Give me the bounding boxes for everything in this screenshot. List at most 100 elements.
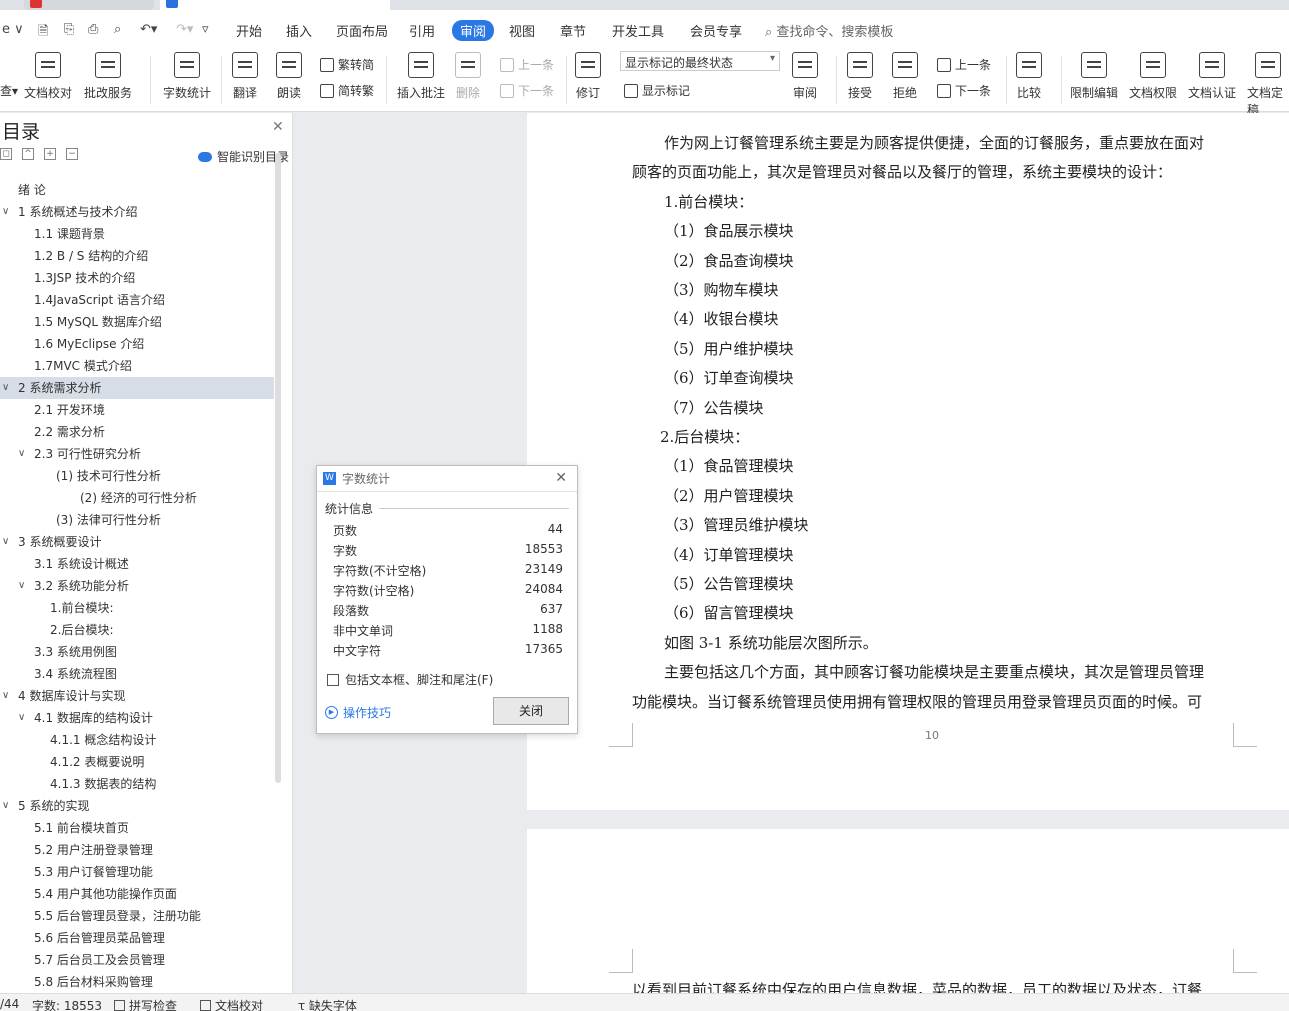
menu-tab[interactable]: 页面布局 bbox=[336, 21, 388, 40]
toc-item[interactable]: 2.2 需求分析 bbox=[0, 421, 274, 443]
toc-item[interactable]: 5.3 用户订餐管理功能 bbox=[0, 861, 274, 883]
toc-item[interactable]: ∨ 2 系统需求分析 bbox=[0, 377, 274, 399]
toc-item[interactable]: 1.6 MyEclipse 介绍 bbox=[0, 333, 274, 355]
toc-item[interactable]: ∨ 3 系统概要设计 bbox=[0, 531, 274, 553]
toc-item[interactable]: 5.5 后台管理员登录，注册功能 bbox=[0, 905, 274, 927]
markup-mode-select[interactable]: 显示标记的最终状态 bbox=[620, 51, 780, 71]
include-textbox-checkbox[interactable]: 包括文本框、脚注和尾注(F) bbox=[327, 671, 493, 688]
toc-item[interactable]: (2) 经济的可行性分析 bbox=[0, 487, 274, 509]
show-markup-button[interactable]: 显示标记 bbox=[624, 82, 690, 99]
toc-item[interactable]: 5.7 后台员工及会员管理 bbox=[0, 949, 274, 971]
print-preview-icon[interactable]: ⌕ bbox=[114, 22, 121, 37]
undo-icon[interactable]: ↶▾ bbox=[140, 22, 157, 37]
save-icon[interactable]: 🗎 bbox=[38, 22, 48, 44]
menu-tab[interactable]: 审阅 bbox=[452, 20, 495, 41]
word-count-indicator[interactable]: 字数: 18553 bbox=[32, 997, 102, 1011]
toc-item[interactable]: ∨ 1 系统概述与技术介绍 bbox=[0, 201, 274, 223]
delete-comment-button[interactable]: 删除 bbox=[455, 52, 481, 101]
menu-tab[interactable]: 章节 bbox=[560, 21, 586, 40]
insert-comment-button[interactable]: 插入批注 bbox=[397, 52, 445, 101]
menu-tab[interactable]: 引用 bbox=[409, 21, 435, 40]
toc-item[interactable]: 5.4 用户其他功能操作页面 bbox=[0, 883, 274, 905]
page-indicator[interactable]: /44 bbox=[0, 997, 19, 1011]
batch-service-button[interactable]: 批改服务 bbox=[84, 52, 132, 101]
toc-item[interactable]: ∨ 4.1 数据库的结构设计 bbox=[0, 707, 274, 729]
menu-tab[interactable]: 视图 bbox=[509, 21, 535, 40]
close-icon[interactable]: ✕ bbox=[272, 119, 284, 135]
toc-settings-icon[interactable]: ◻ bbox=[0, 148, 12, 160]
track-changes-button[interactable]: 修订 bbox=[575, 52, 601, 101]
review-pane-button[interactable]: 审阅 bbox=[792, 52, 818, 101]
toc-item[interactable]: 3.3 系统用例图 bbox=[0, 641, 274, 663]
prev-comment-button[interactable]: 上一条 bbox=[500, 56, 554, 73]
print-icon[interactable]: ⎙ bbox=[88, 22, 98, 37]
toc-item[interactable]: 5.1 前台模块首页 bbox=[0, 817, 274, 839]
prev-change-button[interactable]: 上一条 bbox=[937, 56, 991, 73]
export-pdf-icon[interactable]: ⎘ bbox=[64, 22, 74, 37]
doc-auth-button[interactable]: 文档认证 bbox=[1188, 52, 1236, 101]
doc-check-button[interactable]: 文档校对 bbox=[24, 52, 72, 101]
doc-permission-button[interactable]: 文档权限 bbox=[1129, 52, 1177, 101]
next-change-button[interactable]: 下一条 bbox=[937, 82, 991, 99]
restrict-editing-button[interactable]: 限制编辑 bbox=[1070, 52, 1118, 101]
toc-item[interactable]: (1) 技术可行性分析 bbox=[0, 465, 274, 487]
redo-icon[interactable]: ↷▾ bbox=[176, 22, 193, 37]
toc-item[interactable]: 1.5 MySQL 数据库介绍 bbox=[0, 311, 274, 333]
chevron-down-icon[interactable]: ∨ bbox=[18, 707, 25, 729]
toc-item[interactable]: 1.1 课题背景 bbox=[0, 223, 274, 245]
collapse-icon[interactable]: − bbox=[66, 148, 78, 160]
toc-item[interactable]: 1.2 B / S 结构的介绍 bbox=[0, 245, 274, 267]
toc-item[interactable]: 4.1.3 数据表的结构 bbox=[0, 773, 274, 795]
toc-item[interactable]: 2.后台模块: bbox=[0, 619, 274, 641]
compare-button[interactable]: 比较 bbox=[1016, 52, 1042, 101]
chevron-down-icon[interactable]: ∨ bbox=[2, 531, 9, 553]
collapse-up-icon[interactable]: ^ bbox=[22, 148, 34, 160]
toc-item[interactable]: 2.1 开发环境 bbox=[0, 399, 274, 421]
toc-item[interactable]: 1.前台模块: bbox=[0, 597, 274, 619]
toc-item[interactable]: 5.8 后台材料采购管理 bbox=[0, 971, 274, 993]
chevron-down-icon[interactable]: ∨ bbox=[2, 201, 9, 223]
customize-icon[interactable]: ▿ bbox=[202, 22, 209, 37]
menu-tab[interactable]: 开始 bbox=[236, 21, 262, 40]
next-comment-button[interactable]: 下一条 bbox=[500, 82, 554, 99]
menu-tab[interactable]: 插入 bbox=[286, 21, 312, 40]
proofread-toggle[interactable]: 文档校对 bbox=[200, 997, 263, 1011]
chevron-down-icon[interactable]: ∨ bbox=[2, 377, 9, 399]
toc-item[interactable]: ∨ 3.2 系统功能分析 bbox=[0, 575, 274, 597]
read-aloud-button[interactable]: 朗读 bbox=[276, 52, 302, 101]
toc-item[interactable]: 3.1 系统设计概述 bbox=[0, 553, 274, 575]
doc-finalize-button[interactable]: 文档定稿 bbox=[1247, 52, 1289, 118]
toc-item[interactable]: ∨ 2.3 可行性研究分析 bbox=[0, 443, 274, 465]
search-command[interactable]: ⌕ 查找命令、搜索模板 bbox=[765, 21, 893, 40]
toc-item[interactable]: 3.4 系统流程图 bbox=[0, 663, 274, 685]
toc-item[interactable]: 4.1.2 表概要说明 bbox=[0, 751, 274, 773]
close-button[interactable]: 关闭 bbox=[493, 697, 569, 725]
toc-item[interactable]: 1.4JavaScript 语言介绍 bbox=[0, 289, 274, 311]
tips-link[interactable]: ▶ 操作技巧 bbox=[325, 704, 391, 721]
accept-button[interactable]: 接受 bbox=[847, 52, 873, 101]
chevron-down-icon[interactable]: ∨ bbox=[18, 443, 25, 465]
close-icon[interactable]: ✕ bbox=[555, 470, 567, 486]
menu-tab[interactable]: 开发工具 bbox=[612, 21, 664, 40]
menu-tab[interactable]: 会员专享 bbox=[690, 21, 742, 40]
toc-item[interactable]: 1.7MVC 模式介绍 bbox=[0, 355, 274, 377]
spell-check-toggle[interactable]: 拼写检查 bbox=[114, 997, 177, 1011]
translate-button[interactable]: 翻译 bbox=[232, 52, 258, 101]
toc-item[interactable]: 4.1.1 概念结构设计 bbox=[0, 729, 274, 751]
toc-item[interactable]: 5.2 用户注册登录管理 bbox=[0, 839, 274, 861]
chevron-down-icon[interactable]: ∨ bbox=[2, 795, 9, 817]
trad-to-simp-button[interactable]: 繁转简 bbox=[320, 56, 374, 73]
chevron-down-icon[interactable]: ∨ bbox=[2, 685, 9, 707]
toc-item[interactable]: ∨ 5 系统的实现 bbox=[0, 795, 274, 817]
chevron-down-icon[interactable]: ∨ bbox=[18, 575, 25, 597]
toc-item[interactable]: ∨ 4 数据库设计与实现 bbox=[0, 685, 274, 707]
toc-item[interactable]: 5.6 后台管理员菜品管理 bbox=[0, 927, 274, 949]
expand-icon[interactable]: + bbox=[44, 148, 56, 160]
document-tab-active[interactable] bbox=[160, 0, 390, 10]
toc-item[interactable]: (3) 法律可行性分析 bbox=[0, 509, 274, 531]
toc-scrollbar[interactable] bbox=[275, 153, 281, 783]
reject-button[interactable]: 拒绝 bbox=[892, 52, 918, 101]
toc-item[interactable]: 1.3JSP 技术的介绍 bbox=[0, 267, 274, 289]
document-tab-inactive[interactable] bbox=[24, 0, 154, 10]
quick-access-toggle[interactable]: e ∨ bbox=[2, 22, 24, 37]
